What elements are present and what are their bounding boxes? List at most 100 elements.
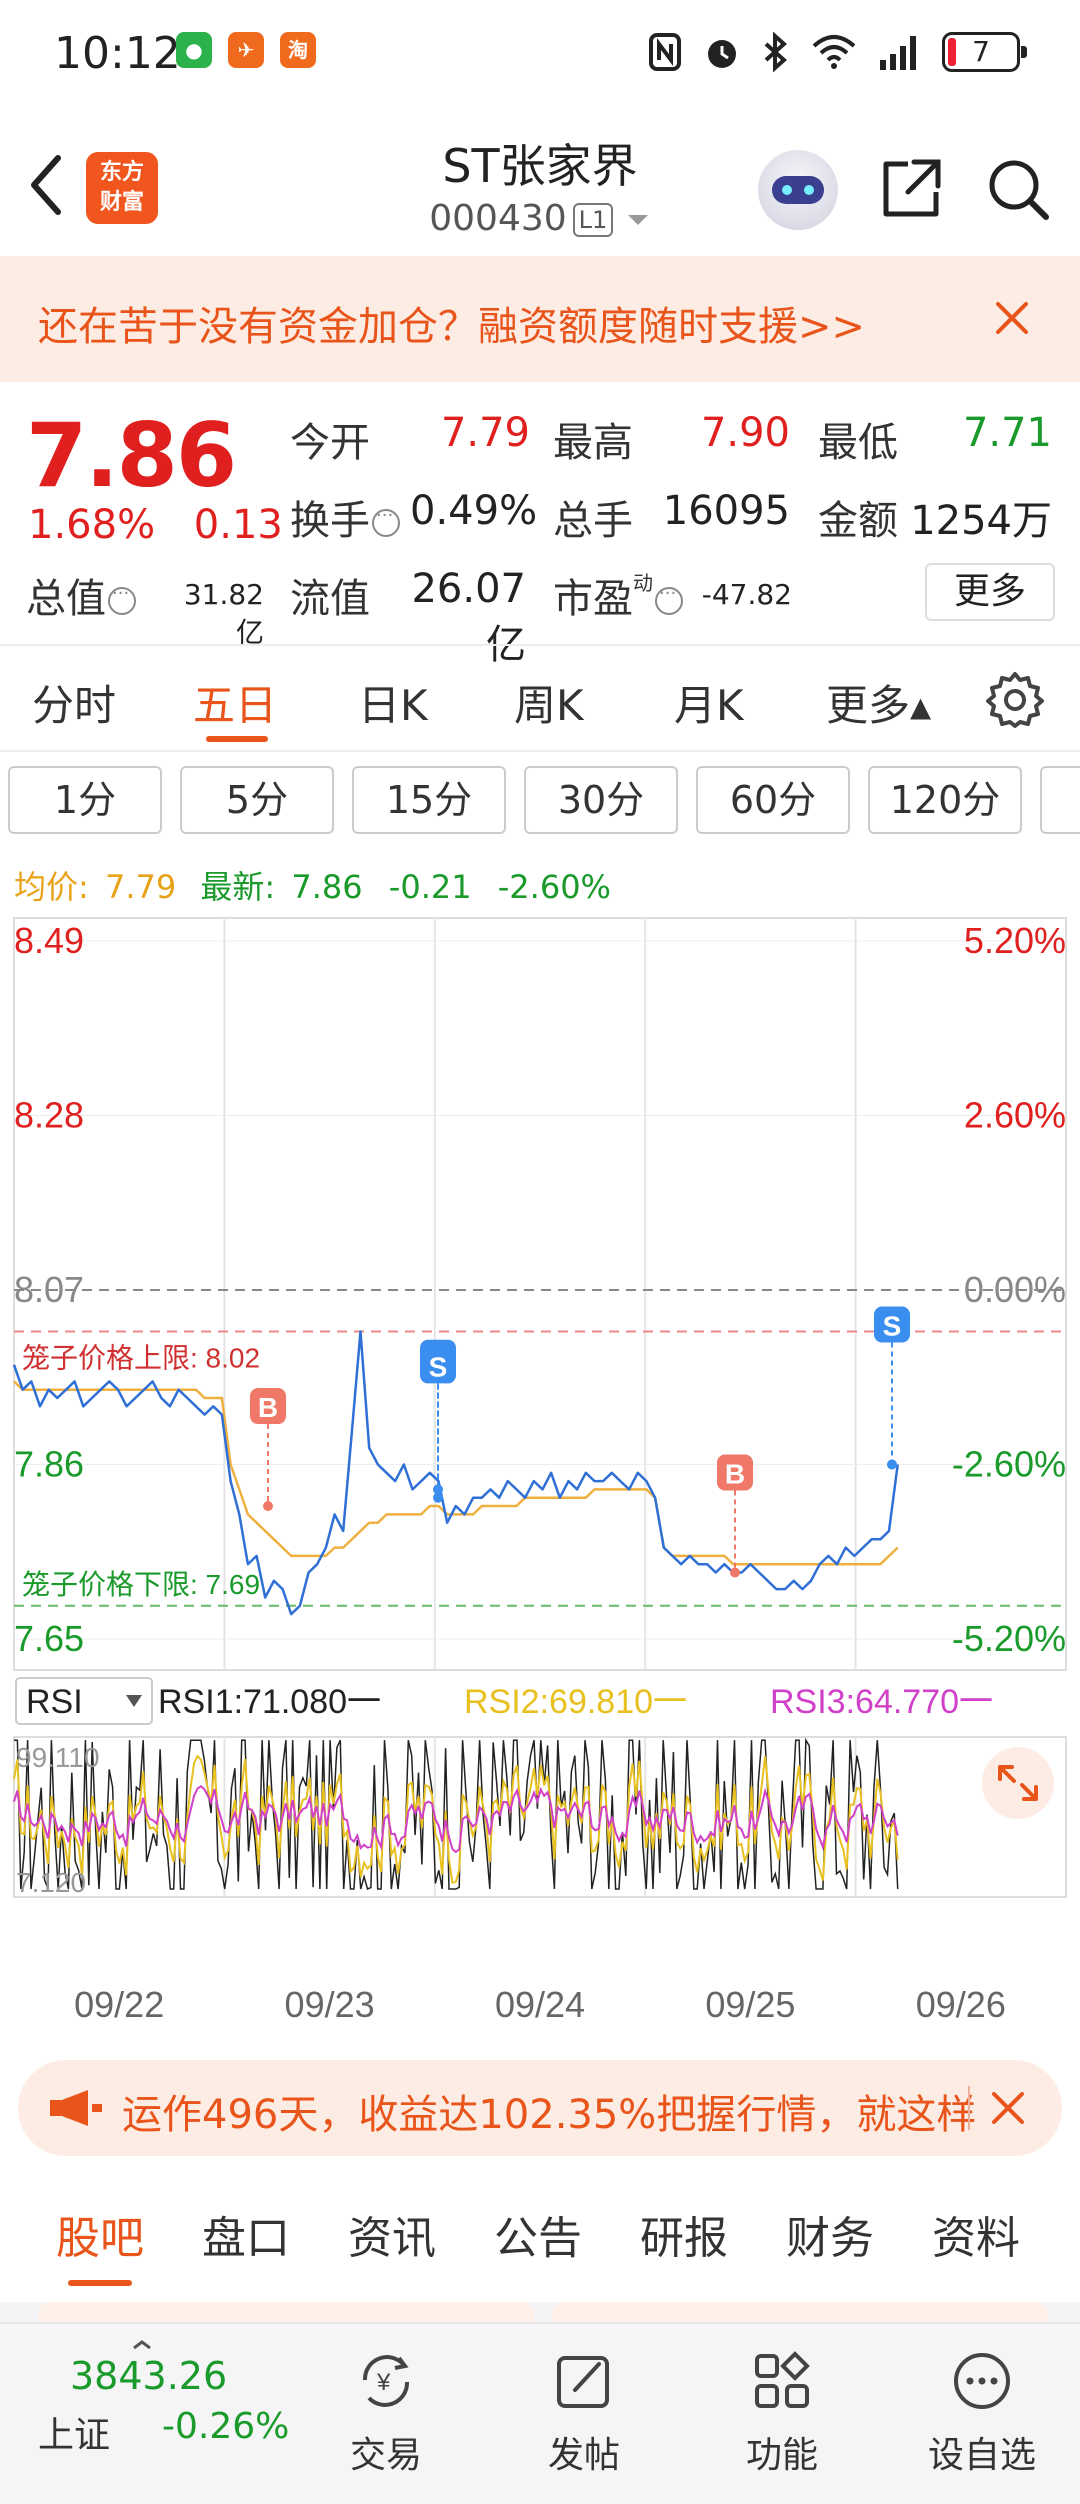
volume-value: 16095 [662, 488, 790, 534]
index-name[interactable]: 上证 [38, 2406, 110, 2458]
taobao-icon: 淘 [280, 32, 316, 68]
status-time: 10:12 [54, 28, 181, 79]
price-summary-line: 均价: 7.79 最新: 7.86 -0.21 -2.60% [14, 862, 611, 908]
close-icon[interactable] [988, 2088, 1028, 2128]
status-icons: 7 [648, 30, 1027, 74]
x-date-label: 09/25 [705, 1984, 795, 2025]
trade-marker-point [433, 1484, 443, 1495]
trade-marker-point [887, 1459, 897, 1470]
more-circle-icon [954, 2353, 1010, 2409]
edit-icon [557, 2356, 609, 2408]
wifi-icon [812, 35, 856, 69]
tab-daily-k[interactable]: 日K [358, 672, 428, 733]
tab-announcements[interactable]: 公告 [494, 2202, 582, 2266]
open-value: 7.79 [440, 410, 530, 456]
tab-guba[interactable]: 股吧 [56, 2202, 144, 2266]
expand-icon[interactable] [982, 1747, 1054, 1819]
grid-icon [755, 2351, 810, 2408]
last-price: 7.86 [26, 404, 237, 507]
rsi3-label: RSI3:64.770一 [770, 1683, 993, 1721]
latest-change-pct: -2.60% [497, 868, 611, 906]
active-tab-indicator [206, 736, 268, 742]
nav-add-watchlist-label: 设自选 [927, 2435, 1036, 2476]
chart-canvas[interactable]: BSSBS 8.495.20%8.282.60%8.070.00%7.86-2.… [0, 915, 1080, 2045]
margin-promo-banner[interactable]: 还在苦于没有资金加仓？融资额度随时支援>> [0, 256, 1080, 382]
nav-trade[interactable]: ¥ 交易 [316, 2350, 456, 2480]
avg-value: 7.79 [104, 868, 177, 906]
search-icon[interactable] [985, 156, 1051, 222]
rsi-select-label: RSI [26, 1683, 83, 1721]
interval-selector: 1分 5分 15分 30分 60分 120分 [0, 766, 1080, 836]
wechat-icon: ● [176, 32, 212, 68]
y-tick-label-left: 8.49 [14, 920, 84, 961]
rsi-bottom-label: 7.120 [16, 1867, 86, 1898]
gear-icon[interactable] [986, 670, 1044, 728]
y-tick-label-left: 7.86 [14, 1444, 84, 1485]
quote-panel: 7.86 1.68% 0.13 今开 7.79 最高 7.90 最低 7.71 … [0, 384, 1080, 668]
turnover-label: 换手 [290, 488, 400, 546]
x-date-label: 09/23 [285, 1984, 375, 2025]
nav-post[interactable]: 发帖 [514, 2350, 654, 2480]
interval-5m[interactable]: 5分 [180, 766, 334, 834]
tab-research[interactable]: 研报 [640, 2202, 728, 2266]
index-change[interactable]: -0.26% [162, 2406, 289, 2447]
trade-marker-label: B [258, 1392, 278, 1423]
trade-marker-label: B [725, 1459, 745, 1490]
tab-intraday[interactable]: 分时 [32, 672, 116, 733]
ai-assistant-icon[interactable] [758, 150, 838, 230]
interval-60m[interactable]: 60分 [696, 766, 850, 834]
interval-1m[interactable]: 1分 [8, 766, 162, 834]
more-quote-button[interactable]: 更多 [925, 563, 1055, 621]
change-pct: 1.68% [28, 502, 156, 548]
active-tab-indicator [68, 2280, 132, 2286]
y-tick-label-right: -5.20% [952, 1618, 1066, 1659]
five-day-chart[interactable]: BSSBS 8.495.20%8.282.60%8.070.00%7.86-2.… [0, 915, 1080, 2045]
index-value[interactable]: 3843.26 [70, 2354, 227, 2398]
rsi1-label: RSI1:71.080一 [158, 1683, 381, 1721]
latest-label: 最新: [200, 868, 276, 906]
close-icon[interactable] [992, 298, 1032, 338]
trade-marker-point [730, 1567, 740, 1578]
stock-code: 000430 [429, 198, 567, 239]
share-icon[interactable] [878, 156, 944, 222]
content-tabs: 股吧 盘口 资讯 公告 研报 财务 资料 [0, 2180, 1080, 2300]
tab-financials[interactable]: 财务 [786, 2202, 874, 2266]
turnover-value: 0.49% [410, 488, 538, 534]
tab-pankou[interactable]: 盘口 [202, 2202, 290, 2266]
bottom-nav: 3843.26 上证 -0.26% ¥ 交易 发帖 功能 设自选 [0, 2322, 1080, 2504]
nav-add-watchlist[interactable]: 设自选 [912, 2350, 1052, 2480]
content-cards-peek [0, 2302, 1080, 2324]
tab-five-day[interactable]: 五日 [193, 672, 277, 733]
tab-news[interactable]: 资讯 [348, 2202, 436, 2266]
nav-post-label: 发帖 [547, 2435, 620, 2476]
nfc-icon [649, 33, 681, 71]
fund-promo-strip[interactable]: 运作496天，收益达102.35%把握行情，就这样 [18, 2060, 1062, 2156]
tab-monthly-k[interactable]: 月K [674, 672, 744, 733]
interval-more[interactable] [1040, 766, 1080, 834]
interval-15m[interactable]: 15分 [352, 766, 506, 834]
messenger-icon: ✈ [228, 32, 264, 68]
rsi-top-label: 99.110 [16, 1742, 100, 1773]
megaphone-icon [50, 2090, 102, 2126]
tab-weekly-k[interactable]: 周K [514, 672, 584, 733]
latest-change: -0.21 [388, 868, 472, 906]
avg-label: 均价: [14, 868, 89, 906]
tab-profile[interactable]: 资料 [932, 2202, 1020, 2266]
nav-functions[interactable]: 功能 [712, 2350, 852, 2480]
y-tick-label-left: 8.07 [14, 1269, 84, 1310]
rsi2-label: RSI2:69.810一 [464, 1683, 687, 1721]
level-badge: L1 [572, 203, 614, 237]
nav-trade-label: 交易 [349, 2435, 422, 2476]
low-label: 最低 [818, 420, 898, 466]
change-amount: 0.13 [193, 502, 283, 548]
trade-marker-label: S [429, 1351, 448, 1382]
interval-120m[interactable]: 120分 [868, 766, 1022, 834]
tab-more[interactable]: 更多▴ [826, 672, 931, 733]
y-tick-label-right: 0.00% [964, 1269, 1066, 1310]
pe-label: 市盈动 [553, 566, 683, 624]
open-label: 今开 [290, 420, 370, 466]
y-tick-label-right: -2.60% [952, 1444, 1066, 1485]
x-date-label: 09/24 [495, 1984, 585, 2025]
interval-30m[interactable]: 30分 [524, 766, 678, 834]
amount-value: 1254万 [910, 498, 1052, 544]
